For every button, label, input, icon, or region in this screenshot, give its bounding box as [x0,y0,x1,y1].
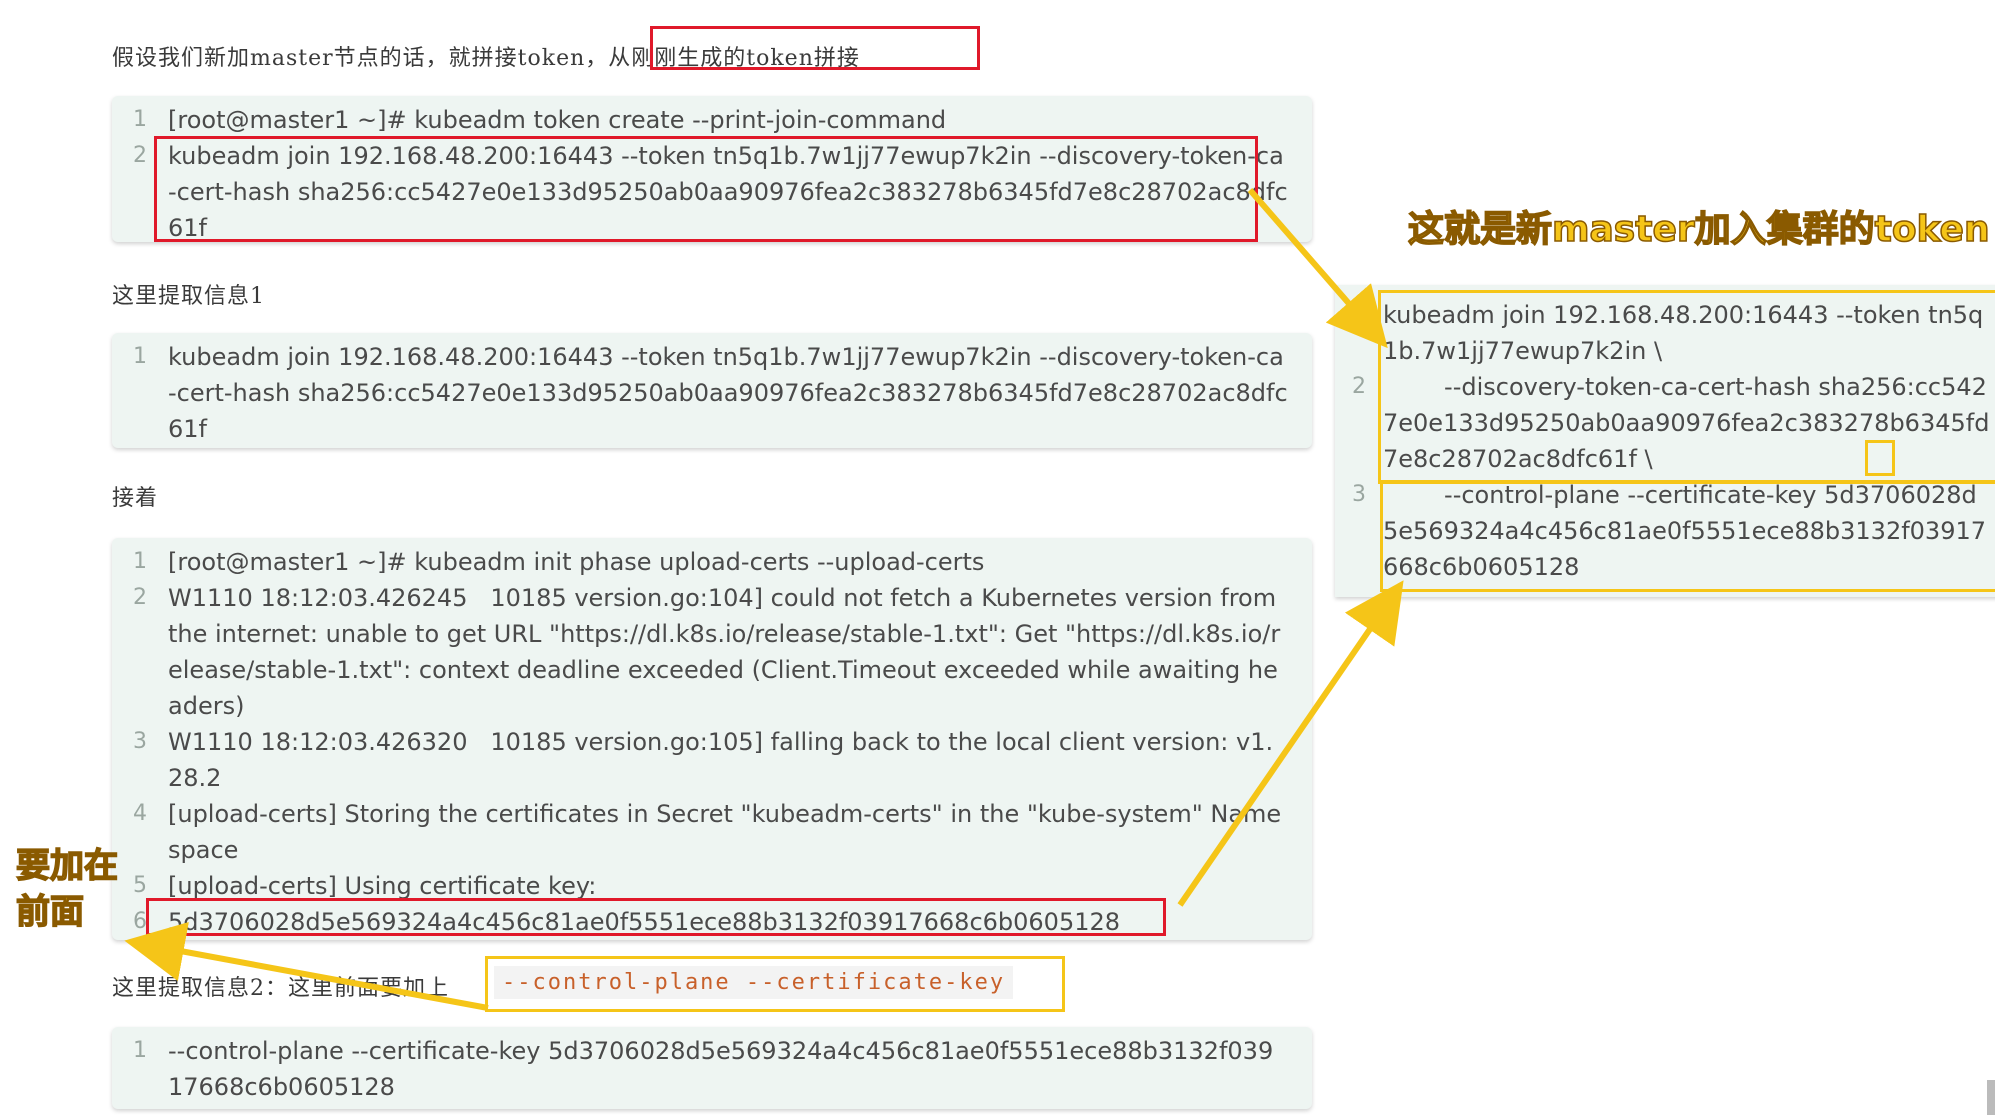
scrollbar-thumb[interactable] [1987,1080,1995,1115]
arrow-to-right-block [1247,188,1388,349]
arrow-cert-key-to-right [1177,580,1404,907]
annotation-arrows [124,188,1404,1011]
arrow-to-add-before [124,922,489,1011]
